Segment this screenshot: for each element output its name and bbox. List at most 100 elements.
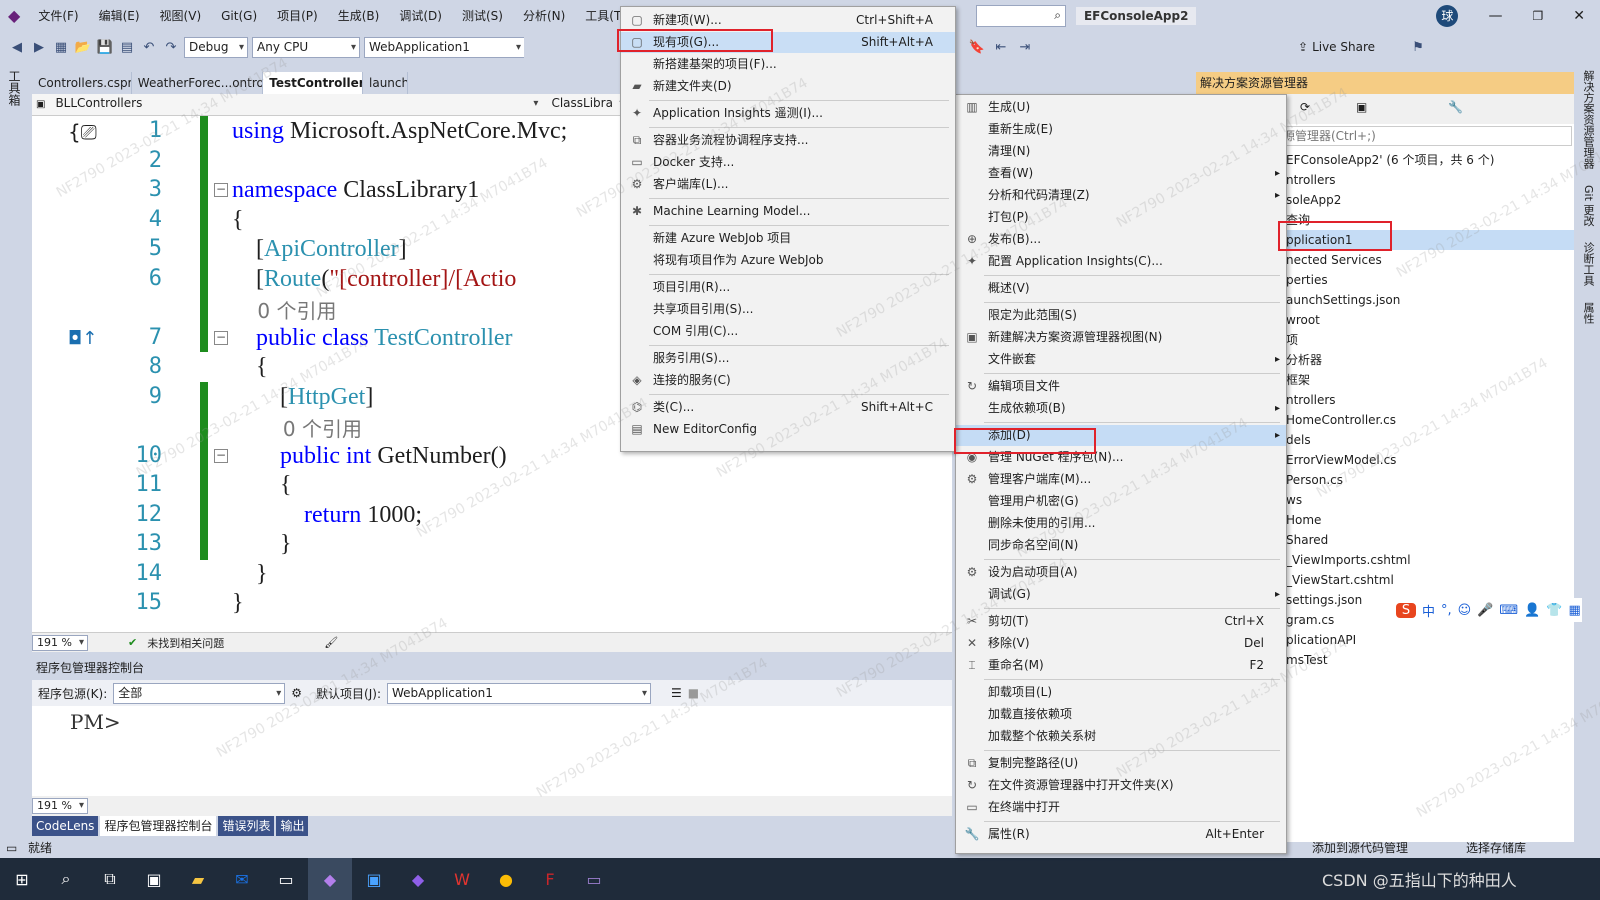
menu-item[interactable]: 调试(D) <box>389 0 452 32</box>
zoom-select[interactable]: 191 % <box>32 634 88 651</box>
diagnostics-side-tab[interactable]: 诊断工具 <box>1574 234 1600 294</box>
save-all-icon[interactable]: ▤ <box>118 38 136 56</box>
context-menu-item[interactable]: ▥ 生成(U) <box>956 97 1286 118</box>
bookmark-icon[interactable]: 🔖 <box>968 38 986 56</box>
context-menu-item[interactable]: ✦ 配置 Application Insights(C)... <box>956 251 1286 272</box>
menu-item[interactable]: 生成(B) <box>328 0 390 32</box>
minimize-button[interactable]: — <box>1488 8 1502 24</box>
default-project-select[interactable]: WebApplication1 <box>387 682 651 704</box>
submenu-item[interactable]: ⚙ 客户端库(L)... <box>621 174 955 195</box>
terminal-icon[interactable]: ▭ <box>264 858 308 900</box>
config-select[interactable]: Debug <box>184 36 248 58</box>
context-menu-item[interactable]: 加载整个依赖关系树 <box>956 726 1286 747</box>
bottom-tab[interactable]: 输出 <box>276 816 309 836</box>
bookmark-next-icon[interactable]: ⇥ <box>1016 38 1034 56</box>
properties-side-tab[interactable]: 属性 <box>1574 294 1600 332</box>
menu-item[interactable]: 分析(N) <box>513 0 575 32</box>
platform-select[interactable]: Any CPU <box>252 36 360 58</box>
vs-icon[interactable]: ◆ <box>308 858 352 900</box>
context-menu-item[interactable]: ✕ 移除(V) Del <box>956 633 1286 654</box>
vs2-icon[interactable]: ◆ <box>396 858 440 900</box>
context-menu-item[interactable]: 文件嵌套 ▸ <box>956 349 1286 370</box>
context-menu-item[interactable]: ⌶ 重命名(M) F2 <box>956 655 1286 676</box>
menu-item[interactable]: 文件(F) <box>28 0 88 32</box>
wrench-icon[interactable]: 🔧 <box>1448 100 1463 114</box>
close-button[interactable]: ✕ <box>1573 8 1585 24</box>
search-box[interactable]: ⌕ <box>975 5 1066 27</box>
context-menu-item[interactable]: ✂ 剪切(T) Ctrl+X <box>956 611 1286 632</box>
tree-item[interactable]: HomeController.cs <box>1286 410 1396 430</box>
pm-console[interactable]: PM> <box>32 706 952 796</box>
save-icon[interactable]: 💾 <box>96 38 114 56</box>
sln-search[interactable]: 源管理器(Ctrl+;) <box>1282 126 1572 146</box>
chrome-icon[interactable]: ● <box>484 858 528 900</box>
clear-console-icon[interactable]: ☰ <box>671 686 682 700</box>
tree-item[interactable]: dels <box>1286 430 1311 450</box>
open-icon[interactable]: 📂 <box>74 38 92 56</box>
collapse-icon[interactable]: ▣ <box>1356 100 1367 114</box>
windows-start-icon[interactable]: ⊞ <box>0 858 44 900</box>
submenu-item[interactable]: COM 引用(C)... <box>621 321 955 342</box>
tree-item[interactable]: _ViewStart.cshtml <box>1286 570 1394 590</box>
tree-item[interactable]: ntrollers <box>1286 390 1336 410</box>
menu-item[interactable]: 编辑(E) <box>89 0 150 32</box>
tree-item[interactable]: nected Services <box>1286 250 1382 270</box>
context-menu-item[interactable]: ▣ 新建解决方案资源管理器视图(N) <box>956 327 1286 348</box>
submenu-item[interactable]: ✱ Machine Learning Model... <box>621 201 955 222</box>
avatar[interactable]: 球 <box>1436 5 1459 27</box>
context-menu-item[interactable]: 生成依赖项(B) ▸ <box>956 398 1286 419</box>
forward-icon[interactable]: ▶ <box>30 38 48 56</box>
document-tab[interactable]: Controllers.csproj <box>32 72 132 94</box>
tree-item[interactable]: _ViewImports.cshtml <box>1286 550 1411 570</box>
tree-item[interactable]: wroot <box>1286 310 1320 330</box>
ime-toolbar[interactable]: S 中 °, ☺ 🎤 ⌨ 👤 👕 ▦ <box>1392 598 1582 622</box>
feedback-icon[interactable]: ⚑ <box>1409 38 1427 56</box>
pm-zoom-select[interactable]: 191 % <box>32 798 88 814</box>
project-dropdown[interactable]: BLLControllers <box>51 94 541 115</box>
context-menu-item[interactable]: 同步命名空间(N) <box>956 535 1286 556</box>
context-menu-item[interactable]: 查看(W) ▸ <box>956 163 1286 184</box>
bookmark-prev-icon[interactable]: ⇤ <box>992 38 1010 56</box>
submenu-item[interactable]: ⧉ 容器业务流程协调程序支持... <box>621 130 955 151</box>
document-tab[interactable]: launchSetti <box>363 72 409 94</box>
tree-item[interactable]: ws <box>1286 490 1302 510</box>
tree-item[interactable]: 分析器 <box>1286 350 1322 370</box>
issues-status[interactable]: 未找到相关问题 <box>147 635 224 651</box>
submenu-item[interactable]: 新搭建基架的项目(F)... <box>621 54 955 75</box>
context-menu-item[interactable]: ▭ 在终端中打开 <box>956 797 1286 818</box>
remote-icon[interactable]: ▭ <box>572 858 616 900</box>
back-icon[interactable]: ◀ <box>8 38 26 56</box>
redo-icon[interactable]: ↷ <box>162 38 180 56</box>
source-select[interactable]: 全部 <box>113 682 286 704</box>
tree-item[interactable]: Shared <box>1286 530 1328 550</box>
tree-item[interactable]: 框架 <box>1286 370 1310 390</box>
tree-item[interactable]: soleApp2 <box>1286 190 1341 210</box>
menu-item[interactable]: 项目(P) <box>267 0 328 32</box>
bottom-tab[interactable]: CodeLens <box>32 816 99 836</box>
vs-logo-icon[interactable]: ◆ <box>0 0 28 32</box>
live-share-button[interactable]: ⇪ Live Share <box>1298 40 1375 54</box>
submenu-item[interactable]: 将现有项目作为 Azure WebJob <box>621 250 955 271</box>
brush-icon[interactable]: 🖌 <box>324 636 338 649</box>
app-icon[interactable]: ▣ <box>132 858 176 900</box>
bottom-tab[interactable]: 错误列表 <box>218 816 275 836</box>
new-project-icon[interactable]: ▦ <box>52 38 70 56</box>
submenu-item[interactable]: ✦ Application Insights 遥测(I)... <box>621 103 955 124</box>
tree-item[interactable]: ntrollers <box>1286 170 1336 190</box>
tree-item[interactable]: aunchSettings.json <box>1286 290 1400 310</box>
filezilla-icon[interactable]: F <box>528 858 572 900</box>
context-menu-item[interactable]: 重新生成(E) <box>956 119 1286 140</box>
tree-item[interactable]: 项 <box>1286 330 1298 350</box>
context-menu-item[interactable]: 概述(V) <box>956 278 1286 299</box>
context-menu-item[interactable]: 🔧 属性(R) Alt+Enter <box>956 824 1286 845</box>
git-changes-side-tab[interactable]: Git 更改 <box>1574 177 1600 234</box>
explorer-icon[interactable]: ▰ <box>176 858 220 900</box>
context-menu-item[interactable]: 限定为此范围(S) <box>956 305 1286 326</box>
tree-item[interactable]: settings.json <box>1286 590 1362 610</box>
undo-icon[interactable]: ↶ <box>140 38 158 56</box>
tree-item[interactable]: Home <box>1286 510 1321 530</box>
task-view-icon[interactable]: ⧉ <box>88 858 132 900</box>
startup-select[interactable]: WebApplication1 <box>364 36 524 58</box>
context-menu-item[interactable]: ↻ 编辑项目文件 <box>956 376 1286 397</box>
menu-item[interactable]: 视图(V) <box>150 0 212 32</box>
